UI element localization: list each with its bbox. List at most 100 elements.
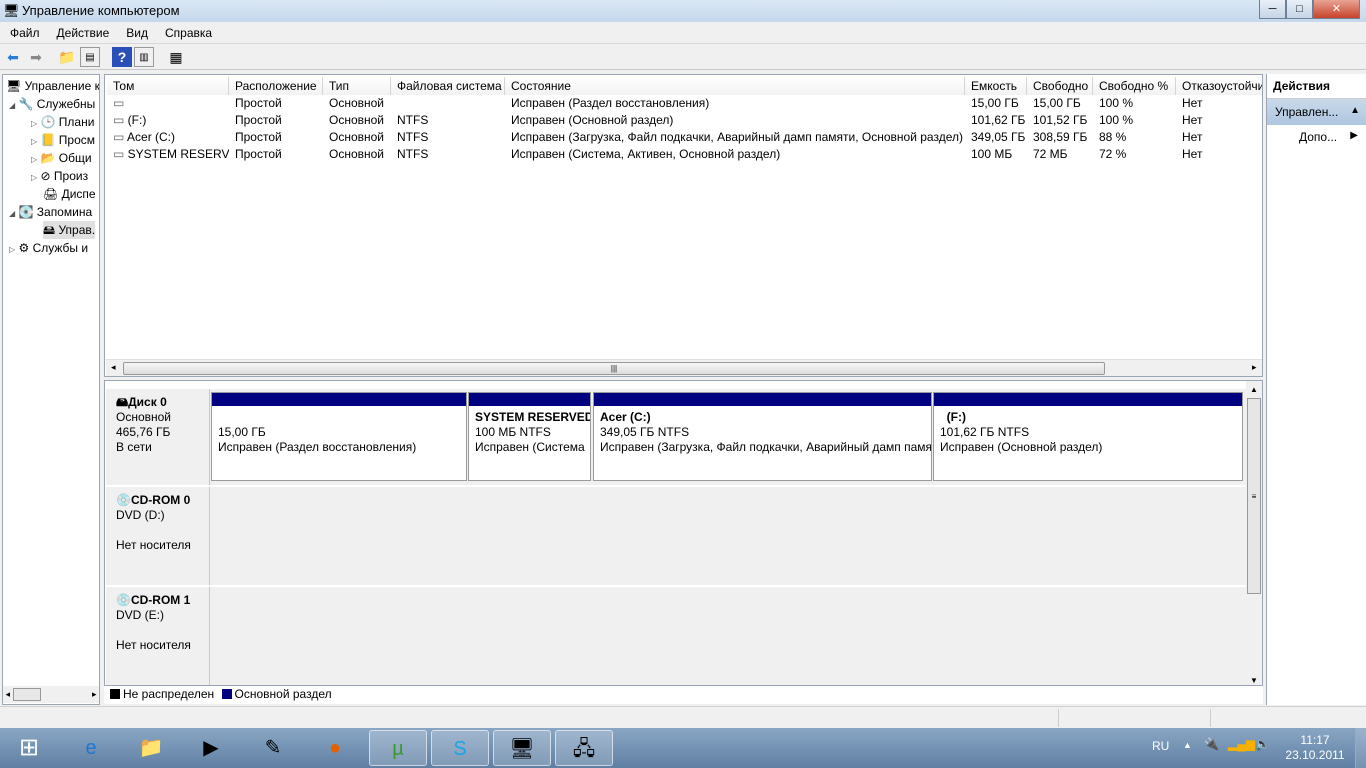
table-row[interactable]: ▭ (F:) Простой Основной NTFS Исправен (Основ… — [105, 112, 1262, 129]
tree-item-system-tools[interactable]: ◢ 🔧 Служебны — [9, 95, 95, 113]
tree-item-shared-folders[interactable]: ▷ 📂 Общи — [31, 149, 92, 167]
properties-icon[interactable]: ▦ — [166, 47, 186, 67]
tree-item-computer-management[interactable]: 🖥 Управление к — [6, 77, 100, 95]
tree-item-disk-management[interactable]: 🖴 Управ. — [43, 221, 96, 239]
table-row[interactable]: ▭ SYSTEM RESERVED Простой Основной NTFS Испр… — [105, 146, 1262, 163]
explorer-icon[interactable]: 📁 — [122, 730, 180, 766]
power-icon[interactable]: 🔌 — [1204, 737, 1219, 751]
actions-more[interactable]: Допо... ▶ — [1267, 125, 1366, 144]
cdrom-row-0: 💿CD-ROM 0 DVD (D:) Нет носителя — [106, 487, 1246, 587]
partition-state: Исправен (Раздел восстановления) — [218, 440, 417, 454]
column-header-layout[interactable]: Расположение — [229, 77, 323, 95]
actions-header: Действия — [1267, 74, 1366, 99]
media-player-icon[interactable]: ▶ — [182, 730, 240, 766]
cell-fault-tolerance: Нет — [1182, 147, 1203, 161]
back-icon[interactable]: ⬅ — [3, 47, 23, 67]
show-hidden-icons[interactable]: ▲ — [1183, 740, 1192, 750]
menu-help[interactable]: Справка — [155, 22, 219, 40]
column-header-free[interactable]: Свободно — [1027, 77, 1093, 95]
up-folder-icon[interactable]: 📁 — [57, 47, 77, 67]
tree-hscrollbar[interactable]: ◂ ▸ — [3, 686, 99, 703]
table-row[interactable]: ▭ Acer (C:) Простой Основной NTFS Исправен (… — [105, 129, 1262, 146]
column-header-fault-tolerance[interactable]: Отказоустойчи — [1176, 77, 1262, 95]
help-icon[interactable]: ? — [112, 47, 132, 67]
cell-type: Основной — [329, 96, 385, 110]
minimize-button[interactable]: ─ — [1259, 0, 1286, 19]
cell-free: 72 МБ — [1033, 147, 1068, 161]
scroll-left-icon[interactable]: ◂ — [111, 362, 116, 373]
disk-type: DVD (E:) — [116, 608, 164, 622]
utorrent-icon[interactable]: µ — [369, 730, 427, 766]
column-header-filesystem[interactable]: Файловая система — [391, 77, 505, 95]
tree-item-device-manager[interactable]: 🖨 Диспе — [43, 185, 96, 203]
expand-icon[interactable]: ▷ — [9, 245, 15, 254]
network-icon[interactable]: ▂▄▆ — [1228, 737, 1255, 751]
legend-primary: Основной раздел — [234, 687, 332, 701]
column-header-capacity[interactable]: Емкость — [965, 77, 1027, 95]
expand-icon[interactable]: ▷ — [31, 173, 37, 182]
start-button[interactable]: ⊞ — [2, 730, 56, 766]
language-indicator[interactable]: RU — [1152, 739, 1169, 753]
collapse-up-icon[interactable]: ▲ — [1350, 105, 1360, 116]
cdrom-1-label[interactable]: 💿CD-ROM 1 DVD (E:) Нет носителя — [107, 587, 210, 685]
collapse-icon[interactable]: ◢ — [9, 209, 15, 218]
cdrom-0-label[interactable]: 💿CD-ROM 0 DVD (D:) Нет носителя — [107, 487, 210, 585]
maximize-button[interactable]: □ — [1286, 0, 1313, 19]
column-header-volume[interactable]: Том — [107, 77, 229, 95]
scroll-thumb[interactable]: ||| — [123, 362, 1105, 375]
actions-section[interactable]: Управлен... ▲ — [1267, 99, 1366, 125]
expand-icon[interactable]: ▷ — [31, 137, 37, 146]
drive-icon: ▭ — [113, 113, 128, 127]
list-hscrollbar[interactable]: ◂ ||| ▸ — [106, 359, 1262, 376]
expand-icon[interactable]: ▷ — [31, 155, 37, 164]
cell-filesystem: NTFS — [397, 147, 429, 161]
cell-layout: Простой — [235, 113, 282, 127]
show-hide-actions-icon[interactable]: ▥ — [134, 47, 154, 67]
partition-c[interactable]: Acer (C:) 349,05 ГБ NTFS Исправен (Загрузк… — [593, 392, 932, 481]
partition-f[interactable]: (F:) 101,62 ГБ NTFS Исправен (Основной раз… — [933, 392, 1243, 481]
tree-label: Запомина — [36, 205, 93, 219]
scroll-right-icon[interactable]: ▸ — [1252, 362, 1257, 373]
menu-action[interactable]: Действие — [47, 22, 117, 40]
volume-icon[interactable]: 🔈 — [1255, 737, 1270, 751]
menu-file[interactable]: Файл — [0, 22, 47, 40]
tree-label: Управление к — [24, 79, 100, 93]
show-desktop-button[interactable] — [1355, 728, 1366, 768]
clock[interactable]: 11:17 23.10.2011 — [1280, 733, 1350, 763]
computer-management-taskbar-icon[interactable]: 🖧 — [555, 730, 613, 766]
clock-time: 11:17 — [1300, 733, 1330, 747]
show-hide-tree-icon[interactable]: ▤ — [80, 47, 100, 67]
column-header-type[interactable]: Тип — [323, 77, 391, 95]
cell-free-percent: 100 % — [1099, 96, 1134, 110]
close-button[interactable]: ✕ — [1313, 0, 1360, 19]
tree-item-performance[interactable]: ▷ ⊘ Произ — [31, 167, 88, 185]
partition-state: Исправен (Основной раздел) — [940, 440, 1103, 454]
internet-explorer-icon[interactable]: e — [62, 730, 120, 766]
partition-title: SYSTEM RESERVED — [475, 410, 590, 424]
cell-capacity: 349,05 ГБ — [971, 130, 1026, 144]
status-bar — [0, 706, 1366, 728]
app-icon[interactable]: ✎ — [244, 730, 302, 766]
graph-vscrollbar[interactable]: ▲ ≡ ▼ — [1246, 381, 1262, 685]
partition-title: (F:) — [946, 410, 966, 424]
tree-item-event-viewer[interactable]: ▷ 📒 Просм — [31, 131, 95, 149]
disk-0-label[interactable]: 🖴Диск 0 Основной 465,76 ГБ В сети — [107, 389, 210, 485]
column-header-status[interactable]: Состояние — [505, 77, 965, 95]
menu-view[interactable]: Вид — [116, 22, 155, 40]
partition-recovery[interactable]: 15,00 ГБ Исправен (Раздел восстановления) — [211, 392, 467, 481]
title-bar: 🖥 Управление компьютером ─ □ ✕ — [0, 0, 1366, 22]
tree-item-task-scheduler[interactable]: ▷ 🕒 Плани — [31, 113, 94, 131]
disk-status: В сети — [116, 440, 152, 454]
table-row[interactable]: ▭ Простой Основной Исправен (Раздел восста… — [105, 95, 1262, 112]
forward-icon[interactable]: ➡ — [26, 47, 46, 67]
remote-app-icon[interactable]: 🖥 — [493, 730, 551, 766]
partition-system-reserved[interactable]: SYSTEM RESERVED 100 МБ NTFS Исправен (Сист… — [468, 392, 591, 481]
skype-icon[interactable]: S — [431, 730, 489, 766]
firefox-icon[interactable]: ● — [306, 730, 364, 766]
tree-item-services[interactable]: ▷ ⚙ Службы и — [9, 239, 88, 257]
column-header-free-percent[interactable]: Свободно % — [1093, 77, 1176, 95]
tree-item-storage[interactable]: ◢ 💽 Запомина — [9, 203, 92, 221]
cell-capacity: 101,62 ГБ — [971, 113, 1026, 127]
collapse-icon[interactable]: ◢ — [9, 101, 15, 110]
expand-icon[interactable]: ▷ — [31, 119, 37, 128]
